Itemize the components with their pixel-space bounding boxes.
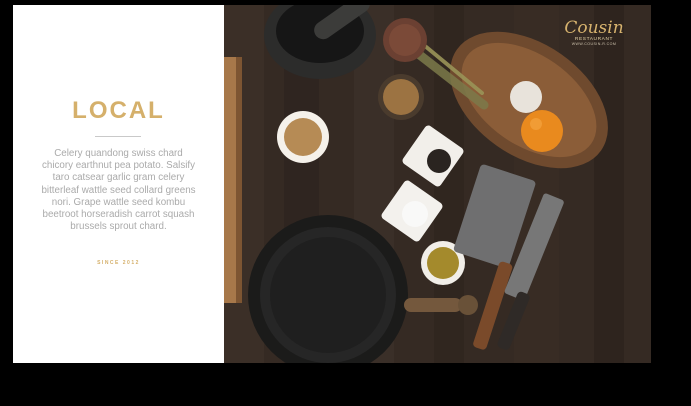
title-divider — [95, 136, 141, 137]
slide-frame: LOCAL Celery quandong swiss chard chicor… — [13, 5, 651, 363]
since-label: SINCE 2012 — [97, 260, 140, 266]
slide-body-text: Celery quandong swiss chard chicory eart… — [41, 148, 196, 233]
logo-script-text: Cousin — [564, 18, 624, 38]
bottom-black-band — [0, 363, 691, 406]
text-panel: LOCAL Celery quandong swiss chard chicor… — [13, 5, 224, 363]
restaurant-logo[interactable]: Cousin RESTAURANT WWW.COUSIN-R.COM — [564, 20, 624, 50]
logo-url: WWW.COUSIN-R.COM — [571, 42, 617, 46]
slide-title: LOCAL — [72, 97, 165, 124]
kitchen-photo — [224, 5, 651, 363]
kitchen-photo-illustration — [224, 5, 651, 363]
